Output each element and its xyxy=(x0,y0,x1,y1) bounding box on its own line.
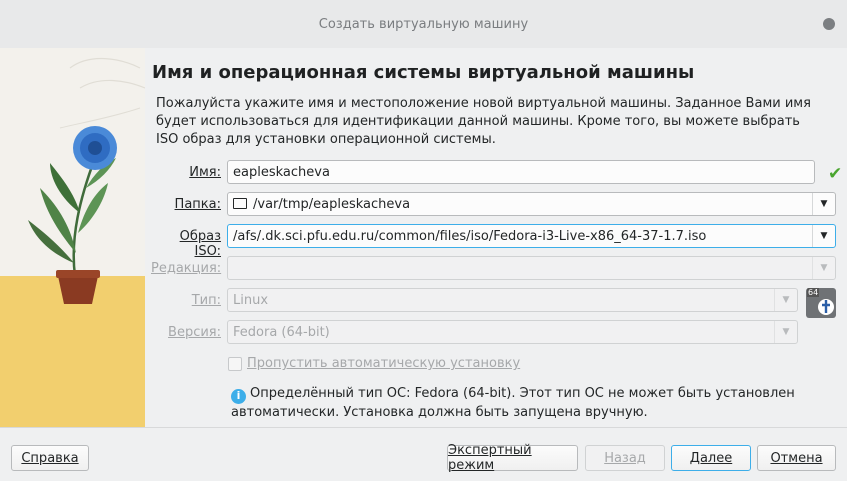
folder-combo[interactable]: /var/tmp/eapleskacheva ▼ xyxy=(227,192,836,216)
iso-value: /afs/.dk.sci.pfu.edu.ru/common/files/iso… xyxy=(233,228,707,244)
window-title: Создать виртуальную машину xyxy=(318,16,529,32)
folder-label: Папка: xyxy=(174,197,221,212)
edition-label: Редакция: xyxy=(151,261,222,276)
titlebar: Создать виртуальную машину xyxy=(0,0,847,48)
next-button[interactable]: Далее xyxy=(671,445,751,471)
chevron-down-icon[interactable]: ▼ xyxy=(812,193,835,215)
page-content: Имя и операционная системы виртуальной м… xyxy=(145,48,847,427)
folder-value: /var/tmp/eapleskacheva xyxy=(253,196,411,212)
page-title: Имя и операционная системы виртуальной м… xyxy=(152,62,695,83)
chevron-down-icon: ▼ xyxy=(774,321,797,343)
version-value: Fedora (64-bit) xyxy=(233,324,330,340)
edition-combo[interactable]: ▼ xyxy=(227,256,836,280)
type-combo[interactable]: Linux ▼ xyxy=(227,288,798,312)
button-bar: Справка Экспертный режим Назад Далее Отм… xyxy=(0,427,847,481)
close-icon[interactable] xyxy=(823,18,835,30)
fedora-icon: 64 xyxy=(806,288,836,318)
version-label: Версия: xyxy=(168,325,221,340)
wizard-illustration xyxy=(0,48,145,427)
expert-mode-button[interactable]: Экспертный режим xyxy=(447,443,578,473)
skip-unattended-label: Пропустить автоматическую установку xyxy=(247,356,521,371)
name-field[interactable]: eapleskacheva xyxy=(227,160,815,184)
page-description: Пожалуйста укажите имя и местоположение … xyxy=(156,96,811,147)
chevron-down-icon[interactable]: ▼ xyxy=(812,225,835,247)
info-icon: i xyxy=(231,388,246,404)
checkbox-box[interactable] xyxy=(228,356,242,371)
name-label: Имя: xyxy=(189,165,221,180)
os-info-text: Определённый тип ОС: Fedora (64-bit). Эт… xyxy=(231,386,795,420)
name-value: eapleskacheva xyxy=(233,164,330,180)
iso-label: Образ ISO: xyxy=(179,229,221,259)
type-value: Linux xyxy=(233,292,269,308)
skip-unattended-checkbox[interactable]: Пропустить автоматическую установку xyxy=(228,356,520,371)
chevron-down-icon: ▼ xyxy=(774,289,797,311)
create-vm-dialog: Создать виртуальную машину Имя и операци… xyxy=(0,0,847,481)
flower-pot-illustration xyxy=(0,48,145,427)
iso-combo[interactable]: /afs/.dk.sci.pfu.edu.ru/common/files/iso… xyxy=(227,224,836,248)
help-button[interactable]: Справка xyxy=(11,445,89,471)
valid-checkmark-icon: ✔ xyxy=(828,164,843,184)
cancel-button[interactable]: Отмена xyxy=(757,445,836,471)
back-button[interactable]: Назад xyxy=(585,445,665,471)
type-label: Тип: xyxy=(191,293,221,308)
chevron-down-icon: ▼ xyxy=(812,257,835,279)
os-info-message: i Определённый тип ОС: Fedora (64-bit). Э… xyxy=(231,385,811,422)
version-combo[interactable]: Fedora (64-bit) ▼ xyxy=(227,320,798,344)
folder-icon xyxy=(233,197,247,209)
